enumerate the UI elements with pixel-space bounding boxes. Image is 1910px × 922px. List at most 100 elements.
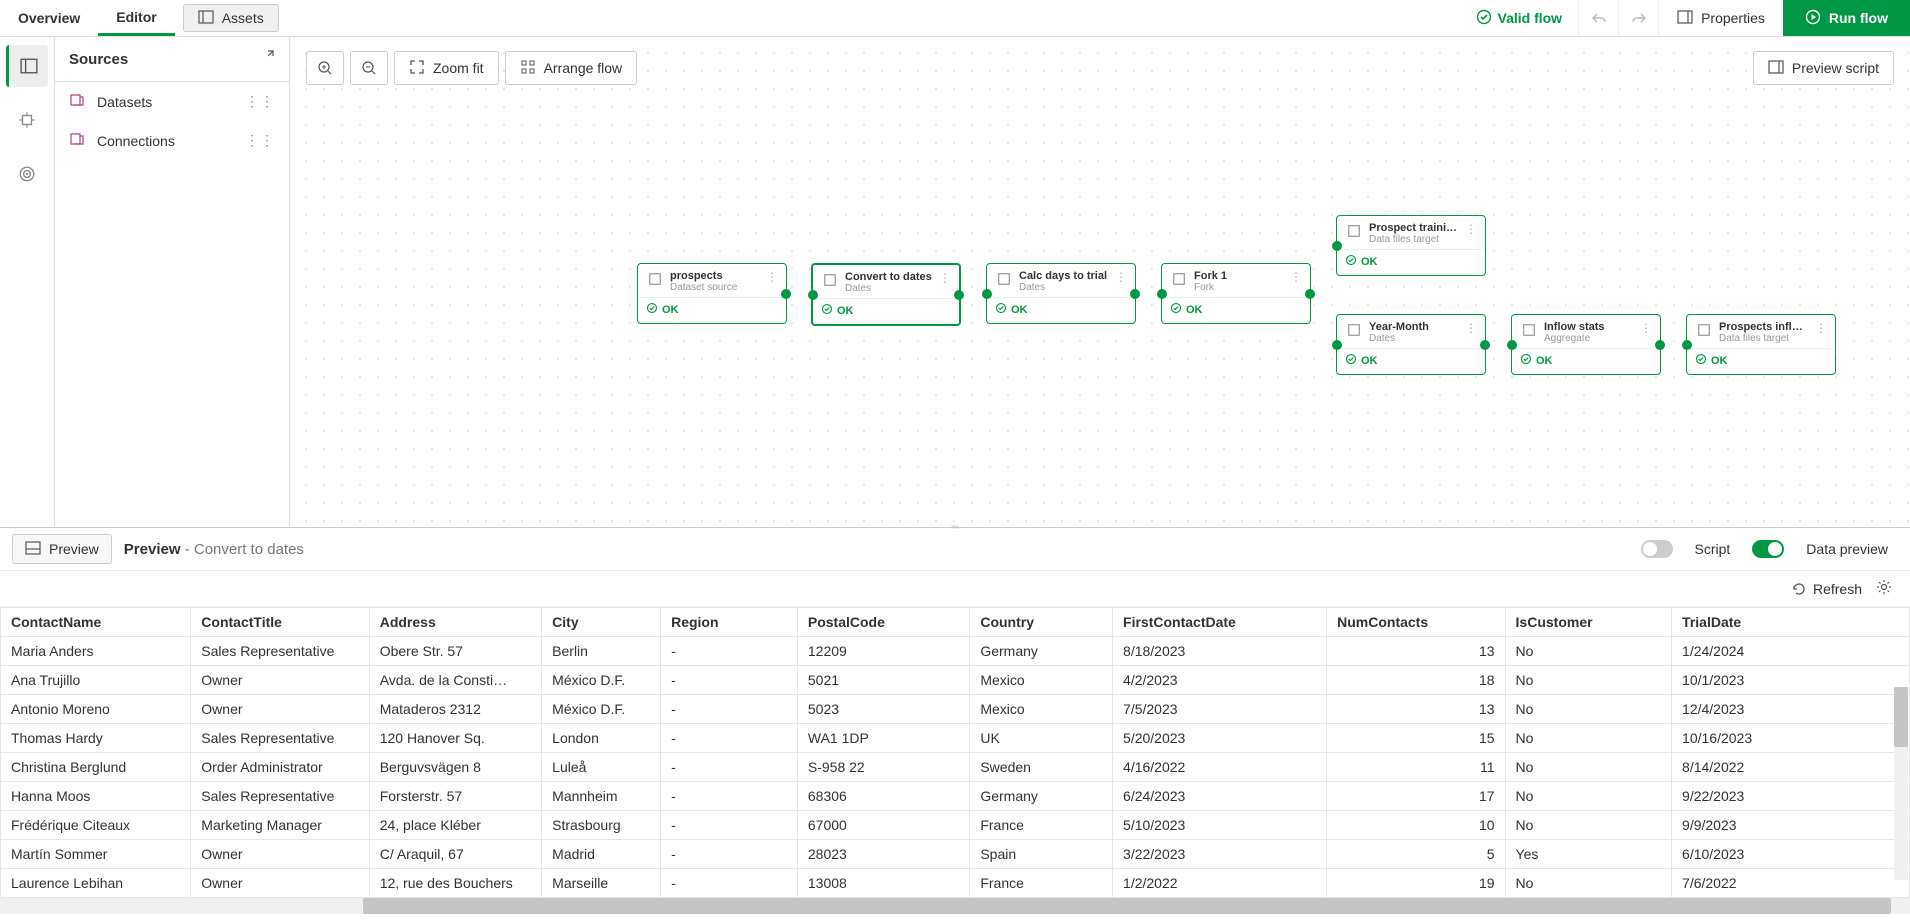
run-flow-button[interactable]: Run flow [1783, 0, 1910, 36]
horizontal-scrollbar[interactable] [0, 898, 1910, 914]
zoom-in-button[interactable] [306, 51, 344, 85]
column-header[interactable]: NumContacts [1327, 608, 1505, 637]
node-menu-icon[interactable]: ⋮ [1640, 321, 1652, 344]
sidebar-item[interactable]: Connections ⋮⋮ [55, 121, 289, 160]
table-cell: Madrid [542, 840, 661, 869]
table-cell: 24, place Kléber [369, 811, 541, 840]
flow-node[interactable]: Inflow stats Aggregate ⋮ OK [1511, 314, 1661, 375]
script-switch[interactable] [1641, 540, 1673, 558]
output-port[interactable] [781, 289, 791, 299]
node-menu-icon[interactable]: ⋮ [766, 270, 778, 293]
table-row[interactable]: Laurence LebihanOwner12, rue des Boucher… [1, 869, 1910, 898]
zoom-fit-button[interactable]: Zoom fit [394, 51, 499, 85]
fullscreen-icon [409, 59, 425, 78]
table-cell: 13008 [797, 869, 969, 898]
column-header[interactable]: ContactName [1, 608, 191, 637]
flow-node[interactable]: Prospects inflow stat Data files target … [1686, 314, 1836, 375]
tab-editor[interactable]: Editor [98, 0, 174, 36]
input-port[interactable] [982, 289, 992, 299]
table-row[interactable]: Ana TrujilloOwnerAvda. de la Consti…Méxi… [1, 666, 1910, 695]
table-row[interactable]: Antonio MorenoOwnerMataderos 2312México … [1, 695, 1910, 724]
check-circle-icon [1695, 353, 1707, 368]
rail-sources[interactable] [6, 45, 48, 87]
input-port[interactable] [1157, 289, 1167, 299]
drag-handle-icon[interactable]: ⋮⋮ [245, 93, 275, 110]
output-port[interactable] [1130, 289, 1140, 299]
table-row[interactable]: Hanna MoosSales RepresentativeForsterstr… [1, 782, 1910, 811]
table-row[interactable]: Thomas HardySales Representative120 Hano… [1, 724, 1910, 753]
output-port[interactable] [954, 290, 964, 300]
table-row[interactable]: Christina BerglundOrder AdministratorBer… [1, 753, 1910, 782]
column-header[interactable]: Region [661, 608, 798, 637]
table-cell: Strasbourg [542, 811, 661, 840]
input-port[interactable] [808, 290, 818, 300]
node-menu-icon[interactable]: ⋮ [1815, 321, 1827, 344]
settings-icon[interactable] [1876, 579, 1892, 598]
drag-handle-icon[interactable]: ⋮⋮ [245, 132, 275, 149]
sidebar-item[interactable]: Datasets⋮⋮ [55, 82, 289, 121]
column-header[interactable]: Address [369, 608, 541, 637]
node-menu-icon[interactable]: ⋮ [1290, 270, 1302, 293]
refresh-row: Refresh [0, 570, 1910, 607]
resize-handle[interactable]: ═ [935, 522, 975, 526]
expand-icon[interactable] [259, 49, 275, 69]
input-port[interactable] [1507, 340, 1517, 350]
table-cell: France [970, 811, 1113, 840]
column-header[interactable]: Country [970, 608, 1113, 637]
rail-targets[interactable] [6, 153, 48, 195]
refresh-button[interactable]: Refresh [1791, 581, 1862, 597]
output-port[interactable] [1480, 340, 1490, 350]
data-preview-switch[interactable] [1752, 540, 1784, 558]
tab-overview[interactable]: Overview [0, 0, 98, 36]
node-menu-icon[interactable]: ⋮ [1465, 321, 1477, 344]
column-header[interactable]: TrialDate [1672, 608, 1910, 637]
flow-node[interactable]: prospects Dataset source ⋮ OK [637, 263, 787, 324]
flow-node[interactable]: Convert to dates Dates ⋮ OK [811, 263, 961, 326]
table-cell: No [1505, 869, 1672, 898]
vertical-scrollbar[interactable] [1894, 687, 1908, 880]
column-header[interactable]: FirstContactDate [1113, 608, 1327, 637]
input-port[interactable] [1332, 241, 1342, 251]
table-cell: Obere Str. 57 [369, 637, 541, 666]
check-circle-icon [646, 302, 658, 317]
flow-node[interactable]: Prospect training Data files target ⋮ OK [1336, 215, 1486, 276]
input-port[interactable] [1332, 340, 1342, 350]
column-header[interactable]: ContactTitle [191, 608, 369, 637]
table-cell: 4/2/2023 [1113, 666, 1327, 695]
table-cell: Mexico [970, 666, 1113, 695]
undo-button[interactable] [1578, 0, 1618, 36]
preview-toggle-button[interactable]: Preview [12, 534, 112, 564]
table-cell: S-958 22 [797, 753, 969, 782]
flow-node[interactable]: Calc days to trial Dates ⋮ OK [986, 263, 1136, 324]
table-cell: France [970, 869, 1113, 898]
output-port[interactable] [1305, 289, 1315, 299]
column-header[interactable]: IsCustomer [1505, 608, 1672, 637]
flow-node[interactable]: Year-Month Dates ⋮ OK [1336, 314, 1486, 375]
table-cell: Sweden [970, 753, 1113, 782]
table-cell: No [1505, 811, 1672, 840]
sidebar-item-label: Connections [97, 133, 175, 149]
flow-canvas[interactable]: Zoom fit Arrange flow Preview script pro… [290, 37, 1910, 527]
rail-processors[interactable] [6, 99, 48, 141]
table-row[interactable]: Maria AndersSales RepresentativeObere St… [1, 637, 1910, 666]
node-status: OK [662, 304, 679, 316]
redo-button[interactable] [1618, 0, 1658, 36]
node-menu-icon[interactable]: ⋮ [1115, 270, 1127, 293]
assets-button[interactable]: Assets [183, 4, 279, 32]
output-port[interactable] [1655, 340, 1665, 350]
input-port[interactable] [1682, 340, 1692, 350]
node-type-icon [646, 270, 664, 288]
table-row[interactable]: Frédérique CiteauxMarketing Manager24, p… [1, 811, 1910, 840]
arrange-flow-button[interactable]: Arrange flow [505, 51, 638, 85]
node-title: Prospect training [1369, 222, 1459, 234]
node-menu-icon[interactable]: ⋮ [1465, 222, 1477, 245]
properties-button[interactable]: Properties [1658, 0, 1783, 36]
flow-node[interactable]: Fork 1 Fork ⋮ OK [1161, 263, 1311, 324]
preview-script-button[interactable]: Preview script [1753, 51, 1894, 85]
node-menu-icon[interactable]: ⋮ [939, 271, 951, 294]
column-header[interactable]: City [542, 608, 661, 637]
table-row[interactable]: Martín SommerOwnerC/ Araquil, 67Madrid-2… [1, 840, 1910, 869]
table-cell: - [661, 695, 798, 724]
zoom-out-button[interactable] [350, 51, 388, 85]
column-header[interactable]: PostalCode [797, 608, 969, 637]
